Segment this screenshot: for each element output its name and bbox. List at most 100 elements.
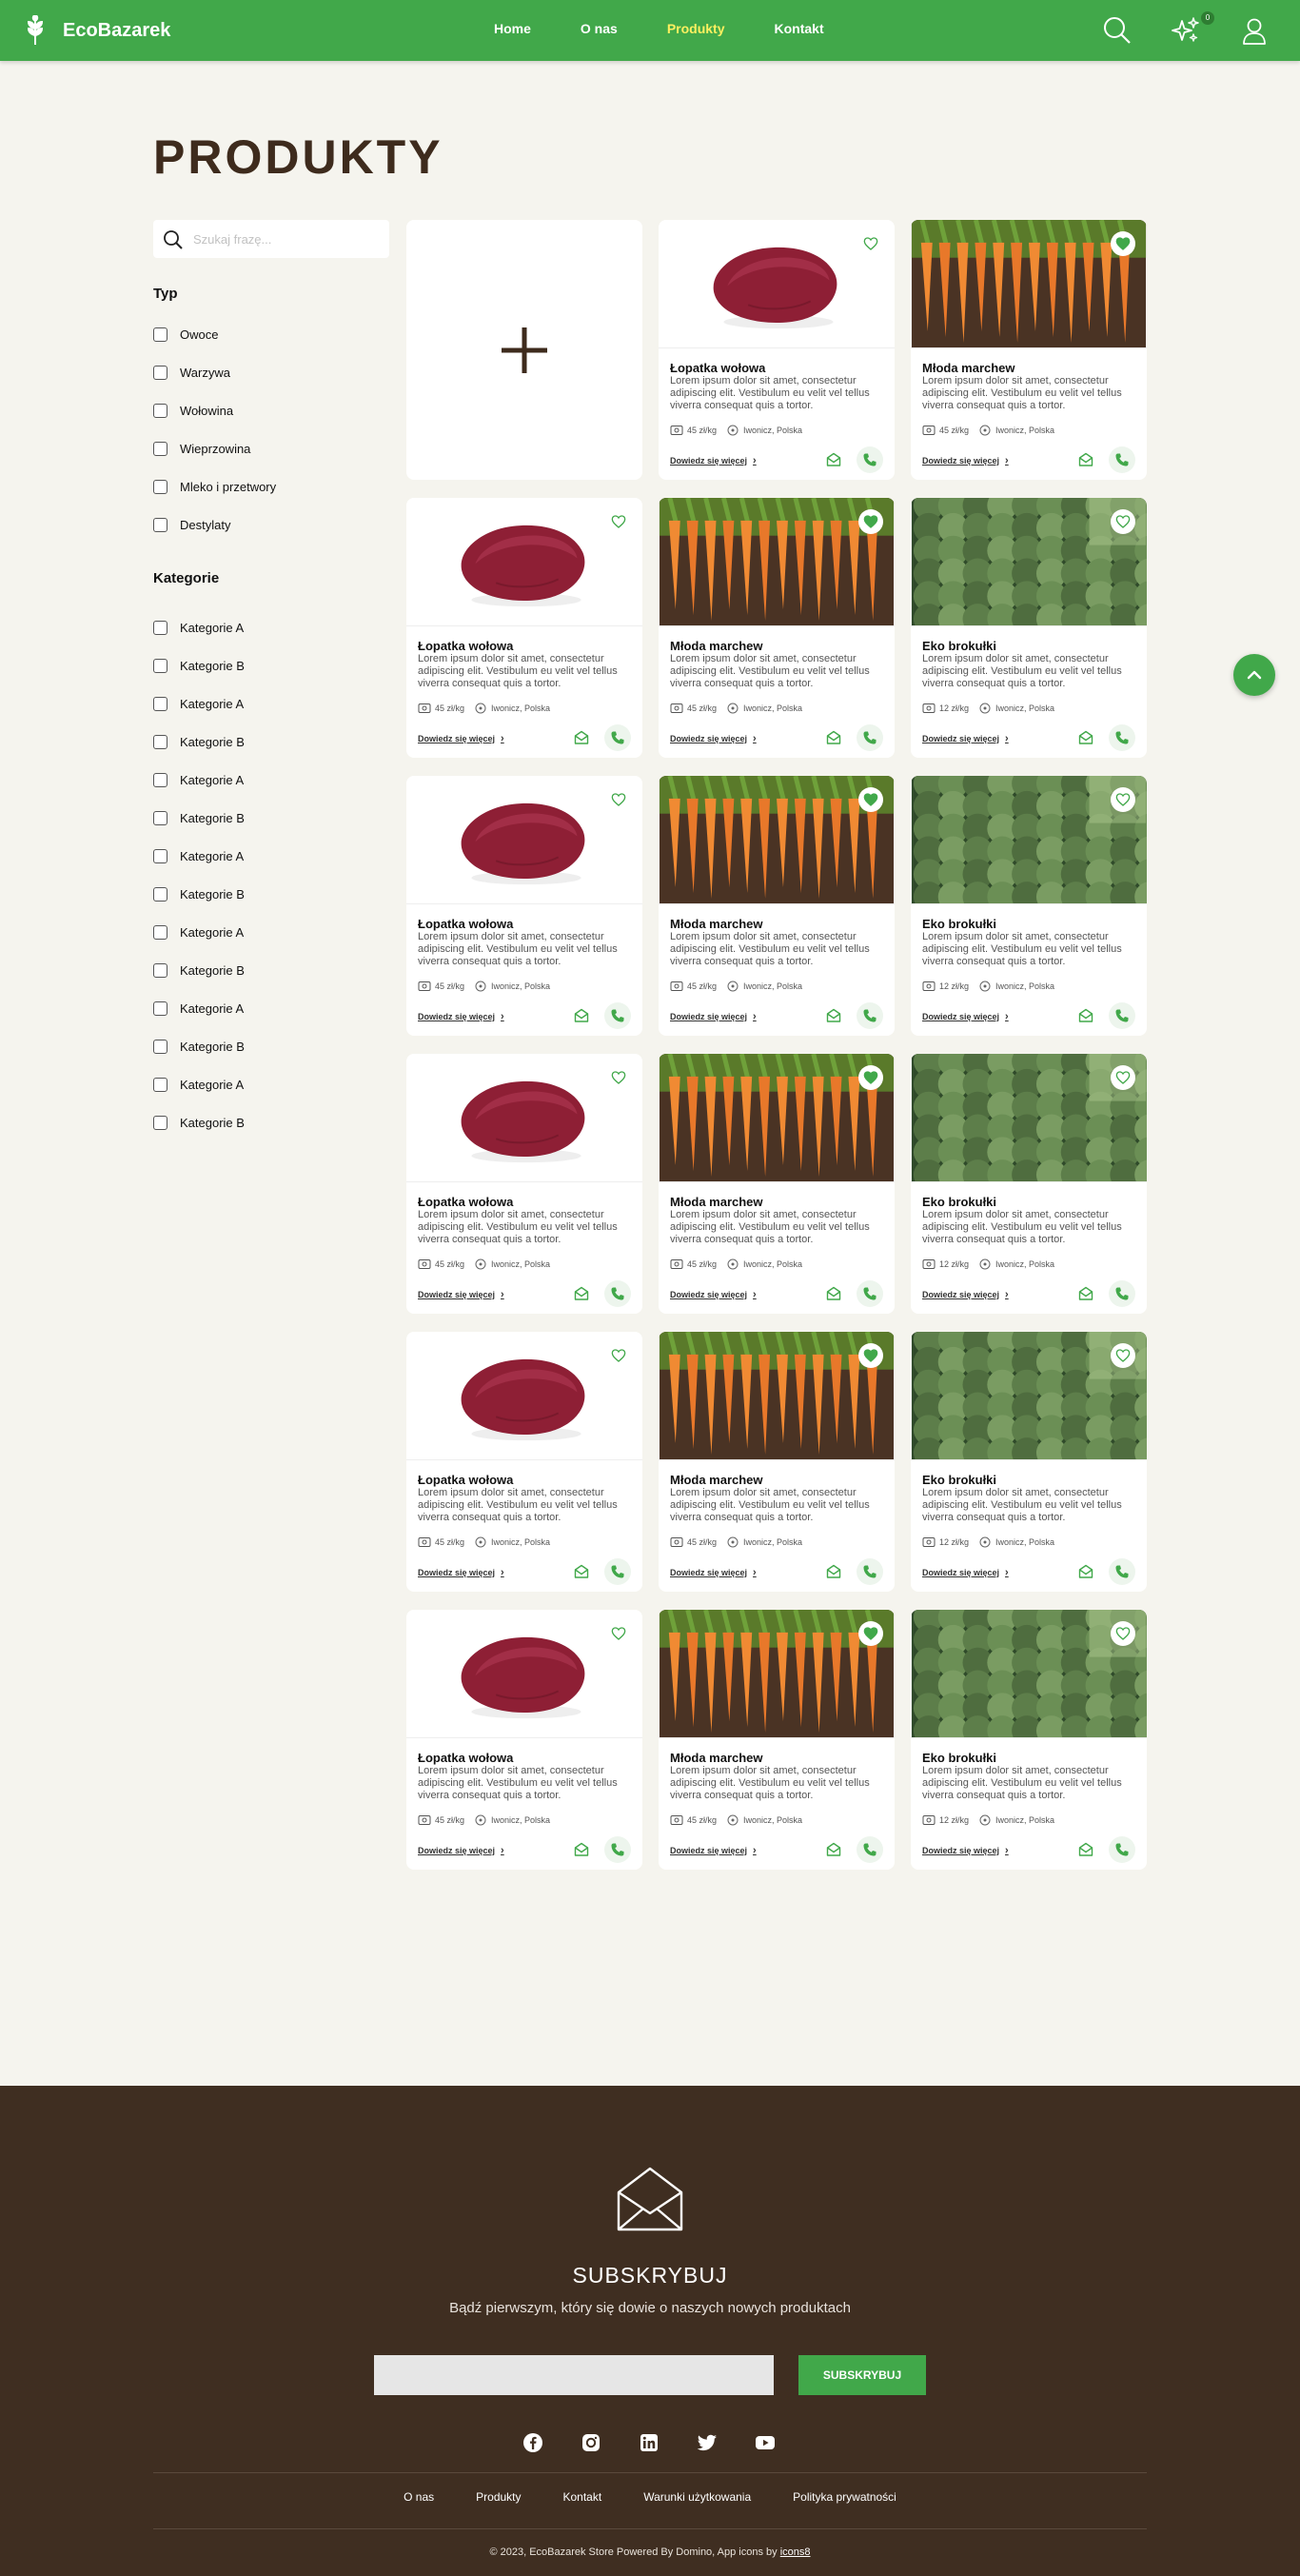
category-filter-checkbox-item[interactable]: Kategorie A	[153, 847, 244, 864]
learn-more-link[interactable]: Dowiedz się więcej ›	[670, 1289, 757, 1300]
checkbox[interactable]	[153, 620, 167, 635]
category-filter-checkbox-item[interactable]: Kategorie A	[153, 1076, 244, 1093]
favorites-button[interactable]	[1171, 15, 1201, 46]
learn-more-link[interactable]: Dowiedz się więcej ›	[922, 1011, 1009, 1022]
product-card[interactable]: Łopatka wołowa Lorem ipsum dolor sit amet…	[406, 1332, 642, 1592]
email-button[interactable]	[1073, 1002, 1099, 1029]
nav-contact[interactable]: Kontakt	[775, 21, 824, 36]
learn-more-link[interactable]: Dowiedz się więcej ›	[670, 733, 757, 744]
checkbox[interactable]	[153, 441, 167, 456]
call-button[interactable]	[604, 1280, 631, 1307]
email-button[interactable]	[568, 1280, 595, 1307]
learn-more-link[interactable]: Dowiedz się więcej ›	[670, 1845, 757, 1856]
call-button[interactable]	[857, 1836, 883, 1863]
checkbox[interactable]	[153, 848, 167, 863]
call-button[interactable]	[857, 1280, 883, 1307]
email-button[interactable]	[568, 724, 595, 751]
twitter-link[interactable]	[696, 2431, 719, 2454]
call-button[interactable]	[604, 1836, 631, 1863]
email-button[interactable]	[1073, 1280, 1099, 1307]
product-card[interactable]: Łopatka wołowa Lorem ipsum dolor sit amet…	[406, 776, 642, 1036]
category-filter-checkbox-item[interactable]: Kategorie A	[153, 695, 244, 712]
favorite-button[interactable]	[1111, 1065, 1135, 1090]
product-card[interactable]: Eko brokułki Lorem ipsum dolor sit amet, …	[911, 498, 1147, 758]
product-card[interactable]: Eko brokułki Lorem ipsum dolor sit amet, …	[911, 1332, 1147, 1592]
type-filter-checkbox-item[interactable]: Mleko i przetwory	[153, 478, 276, 495]
product-card[interactable]: Eko brokułki Lorem ipsum dolor sit amet, …	[911, 1610, 1147, 1870]
footer-link-privacy[interactable]: Polityka prywatności	[793, 2490, 896, 2504]
favorite-button[interactable]	[858, 1343, 883, 1368]
checkbox[interactable]	[153, 365, 167, 380]
learn-more-link[interactable]: Dowiedz się więcej ›	[418, 1567, 504, 1578]
facebook-link[interactable]	[522, 2431, 544, 2454]
category-filter-checkbox-item[interactable]: Kategorie B	[153, 809, 245, 826]
call-button[interactable]	[1109, 1280, 1135, 1307]
email-button[interactable]	[820, 724, 847, 751]
email-button[interactable]	[820, 1280, 847, 1307]
product-card[interactable]: Młoda marchew Lorem ipsum dolor sit amet,…	[911, 220, 1147, 480]
category-filter-checkbox-item[interactable]: Kategorie B	[153, 885, 245, 902]
favorite-button[interactable]	[1111, 1621, 1135, 1646]
favorite-button[interactable]	[858, 1065, 883, 1090]
favorite-button[interactable]	[606, 1621, 631, 1646]
favorite-button[interactable]	[858, 787, 883, 812]
favorite-button[interactable]	[606, 509, 631, 534]
category-filter-checkbox-item[interactable]: Kategorie A	[153, 923, 244, 941]
type-filter-checkbox-item[interactable]: Destylaty	[153, 516, 230, 533]
account-button[interactable]	[1239, 15, 1270, 46]
category-filter-checkbox-item[interactable]: Kategorie B	[153, 1038, 245, 1055]
checkbox[interactable]	[153, 403, 167, 418]
favorite-button[interactable]	[606, 1065, 631, 1090]
type-filter-checkbox-item[interactable]: Wieprzowina	[153, 440, 250, 457]
email-button[interactable]	[568, 1558, 595, 1585]
product-card[interactable]: Łopatka wołowa Lorem ipsum dolor sit amet…	[406, 498, 642, 758]
learn-more-link[interactable]: Dowiedz się więcej ›	[922, 1567, 1009, 1578]
call-button[interactable]	[857, 1002, 883, 1029]
category-filter-checkbox-item[interactable]: Kategorie B	[153, 733, 245, 750]
favorite-button[interactable]	[606, 787, 631, 812]
footer-link-products[interactable]: Produkty	[476, 2490, 521, 2504]
call-button[interactable]	[1109, 1836, 1135, 1863]
subscribe-button[interactable]: SUBSKRYBUJ	[798, 2355, 926, 2395]
favorite-button[interactable]	[858, 1621, 883, 1646]
learn-more-link[interactable]: Dowiedz się więcej ›	[418, 1289, 504, 1300]
call-button[interactable]	[857, 446, 883, 473]
learn-more-link[interactable]: Dowiedz się więcej ›	[670, 1567, 757, 1578]
type-filter-checkbox-item[interactable]: Warzywa	[153, 364, 230, 381]
favorite-button[interactable]	[1111, 1343, 1135, 1368]
favorite-button[interactable]	[858, 231, 883, 256]
learn-more-link[interactable]: Dowiedz się więcej ›	[418, 1845, 504, 1856]
type-filter-checkbox-item[interactable]: Wołowina	[153, 402, 233, 419]
checkbox[interactable]	[153, 772, 167, 787]
product-card[interactable]: Eko brokułki Lorem ipsum dolor sit amet, …	[911, 1054, 1147, 1314]
call-button[interactable]	[1109, 1002, 1135, 1029]
call-button[interactable]	[604, 1002, 631, 1029]
call-button[interactable]	[857, 1558, 883, 1585]
icons8-link[interactable]: icons8	[780, 2546, 811, 2558]
call-button[interactable]	[1109, 446, 1135, 473]
category-filter-checkbox-item[interactable]: Kategorie A	[153, 1000, 244, 1017]
email-button[interactable]	[1073, 446, 1099, 473]
checkbox[interactable]	[153, 962, 167, 978]
footer-link-about[interactable]: O nas	[404, 2490, 434, 2504]
product-card[interactable]: Łopatka wołowa Lorem ipsum dolor sit amet…	[406, 1054, 642, 1314]
checkbox[interactable]	[153, 696, 167, 711]
checkbox[interactable]	[153, 924, 167, 940]
instagram-link[interactable]	[580, 2431, 602, 2454]
product-card[interactable]: Młoda marchew Lorem ipsum dolor sit amet,…	[659, 498, 895, 758]
checkbox[interactable]	[153, 1001, 167, 1016]
checkbox[interactable]	[153, 1115, 167, 1130]
product-card[interactable]: Młoda marchew Lorem ipsum dolor sit amet,…	[659, 1610, 895, 1870]
checkbox[interactable]	[153, 886, 167, 902]
brand-logo[interactable]: EcoBazarek	[23, 14, 170, 47]
add-product-card[interactable]	[406, 220, 642, 480]
call-button[interactable]	[857, 724, 883, 751]
call-button[interactable]	[604, 1558, 631, 1585]
learn-more-link[interactable]: Dowiedz się więcej ›	[670, 1011, 757, 1022]
learn-more-link[interactable]: Dowiedz się więcej ›	[922, 1845, 1009, 1856]
nav-about[interactable]: O nas	[581, 21, 618, 36]
call-button[interactable]	[1109, 1558, 1135, 1585]
email-button[interactable]	[820, 446, 847, 473]
learn-more-link[interactable]: Dowiedz się więcej ›	[670, 455, 757, 466]
checkbox[interactable]	[153, 734, 167, 749]
